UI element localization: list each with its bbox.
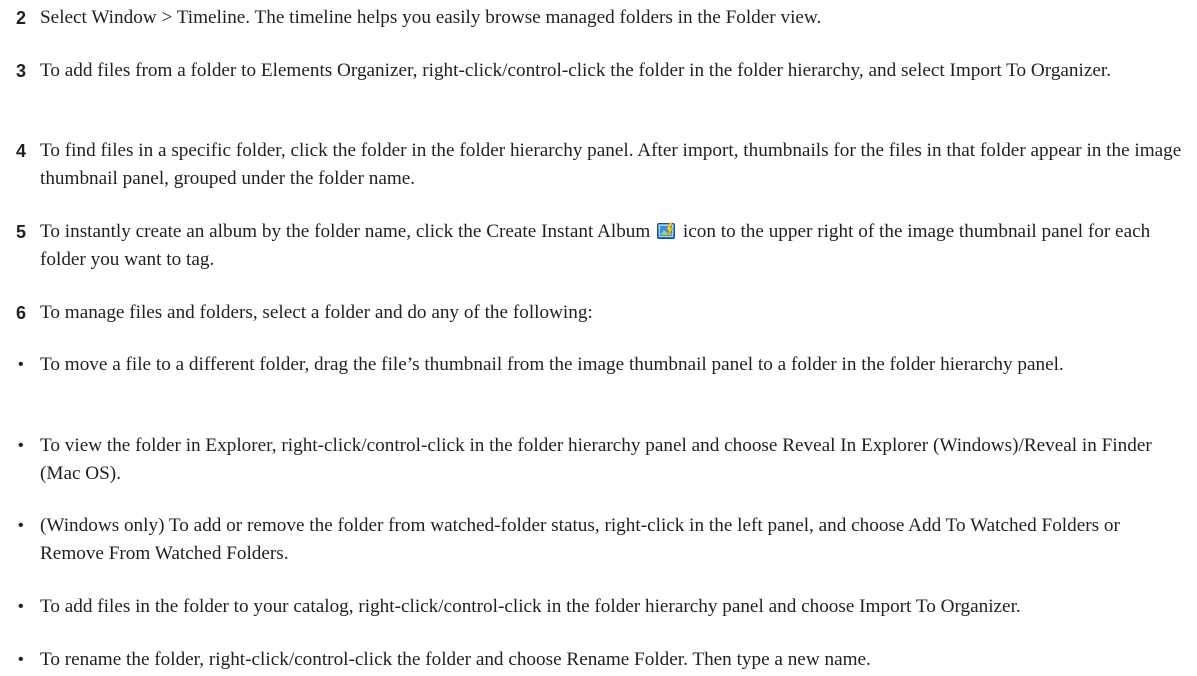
bullet-text: To add files in the folder to your catal… bbox=[40, 596, 1021, 617]
step-number: 4 bbox=[16, 141, 27, 161]
step-text: Select Window > Timeline. The timeline h… bbox=[40, 7, 822, 28]
bullet-text: To rename the folder, right-click/contro… bbox=[40, 649, 871, 670]
bullet-marker: • bbox=[18, 598, 24, 615]
bullet-marker: • bbox=[18, 651, 24, 668]
step-number: 6 bbox=[16, 303, 27, 323]
step-number: 5 bbox=[16, 222, 27, 242]
create-instant-album-icon bbox=[657, 221, 676, 239]
step-text: To instantly create an album by the fold… bbox=[40, 218, 1188, 274]
bullet-text: (Windows only) To add or remove the fold… bbox=[40, 515, 1120, 564]
step-text-before: To instantly create an album by the fold… bbox=[40, 221, 651, 242]
step-text: To add files from a folder to Elements O… bbox=[40, 60, 1112, 81]
bullet-text: To view the folder in Explorer, right-cl… bbox=[40, 435, 1152, 484]
step-text: To manage files and folders, select a fo… bbox=[40, 302, 593, 323]
bullet-marker: • bbox=[18, 517, 24, 534]
document-page: 2 Select Window > Timeline. The timeline… bbox=[0, 0, 1197, 676]
bullet-text: To move a file to a different folder, dr… bbox=[40, 354, 1064, 375]
bullet-marker: • bbox=[18, 356, 24, 373]
bullet-marker: • bbox=[18, 437, 24, 454]
step-text: To find files in a specific folder, clic… bbox=[40, 140, 1182, 189]
step-number: 3 bbox=[16, 61, 27, 81]
step-number: 2 bbox=[16, 8, 27, 28]
